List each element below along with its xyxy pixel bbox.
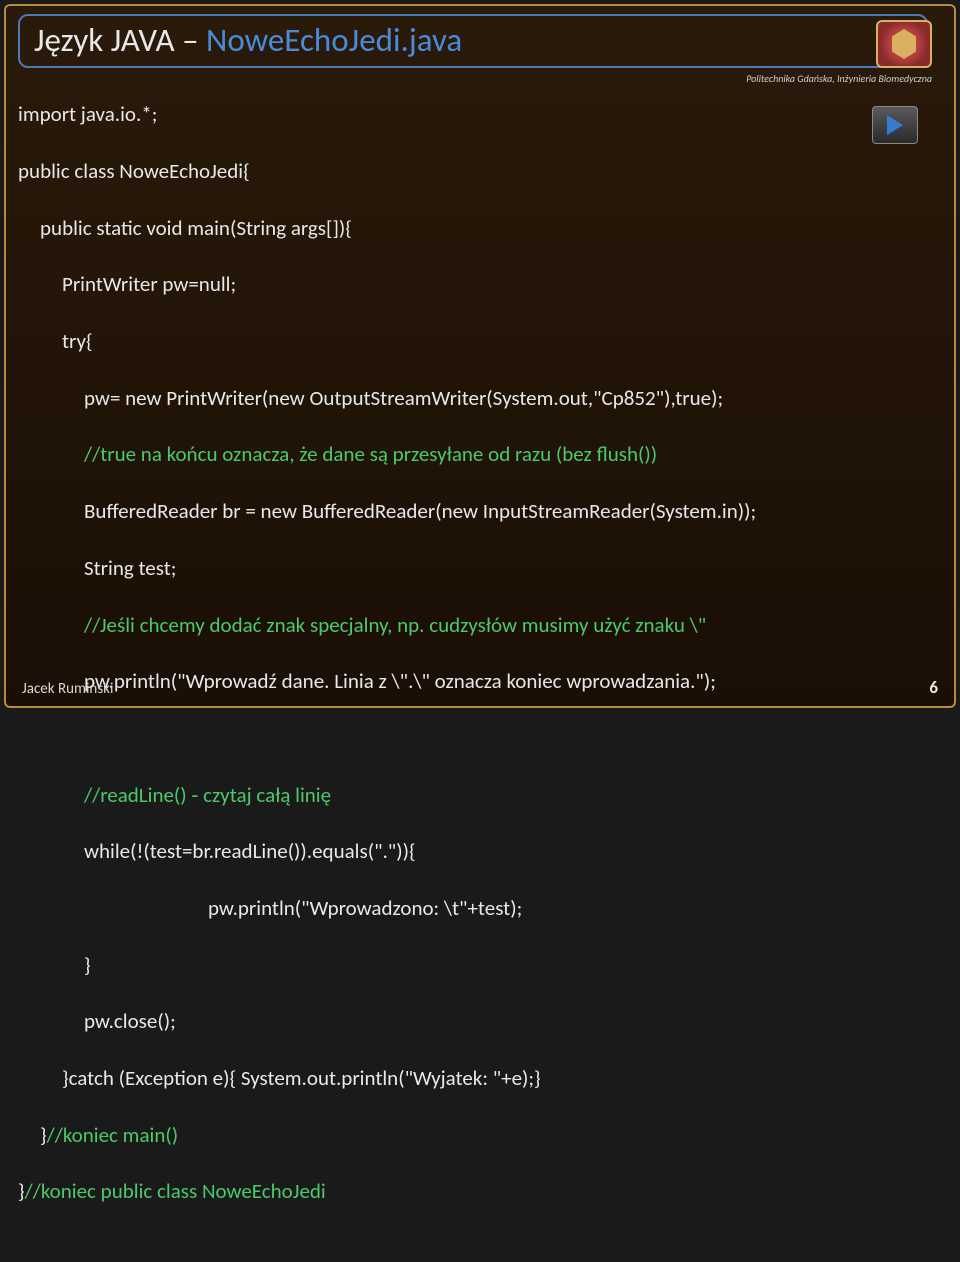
code-line: pw.close(); [84, 1007, 942, 1035]
code-comment: //readLine() ‐ czytaj całą linię [84, 781, 942, 809]
code-line: pw= new PrintWriter(new OutputStreamWrit… [84, 384, 942, 412]
header-right: Politechnika Gdańska, Inżynieria Biomedy… [746, 20, 932, 85]
footer-author: Jacek Rumiński [22, 680, 113, 698]
code-line: public static void main(String args[]){ [40, 214, 942, 242]
footer: Jacek Rumiński 6 [22, 677, 938, 698]
code-blank [84, 724, 942, 752]
code-line: public class NoweEchoJedi{ [18, 157, 942, 185]
page-number: 6 [929, 677, 938, 698]
title-filename: NoweEchoJedi.java [206, 20, 462, 60]
slide-title: Język JAVA – NoweEchoJedi.java [34, 20, 462, 60]
code-line: import java.io.*; [18, 100, 942, 128]
university-logo-icon [876, 20, 932, 68]
code-line: pw.println("Wprowadzono: \t"+test); [208, 894, 942, 922]
code-line: PrintWriter pw=null; [62, 270, 942, 298]
title-static: Język JAVA – [34, 20, 206, 60]
code-block: import java.io.*; public class NoweEchoJ… [18, 72, 942, 1262]
code-line: try{ [62, 327, 942, 355]
code-comment: //Jeśli chcemy dodać znak specjalny, np.… [84, 611, 942, 639]
code-line: while(!(test=br.readLine()).equals("."))… [84, 837, 942, 865]
code-line: BufferedReader br = new BufferedReader(n… [84, 497, 942, 525]
affiliation-text: Politechnika Gdańska, Inżynieria Biomedy… [746, 72, 932, 85]
code-line: }//koniec public class NoweEchoJedi [18, 1177, 942, 1205]
code-line: } [84, 951, 942, 979]
code-line: }//koniec main() [40, 1121, 942, 1149]
slide-frame: Politechnika Gdańska, Inżynieria Biomedy… [4, 4, 956, 708]
code-line: }catch (Exception e){ System.out.println… [62, 1064, 942, 1092]
play-button[interactable] [872, 106, 918, 144]
code-comment: //true na końcu oznacza, że dane są prze… [84, 440, 942, 468]
code-line: String test; [84, 554, 942, 582]
